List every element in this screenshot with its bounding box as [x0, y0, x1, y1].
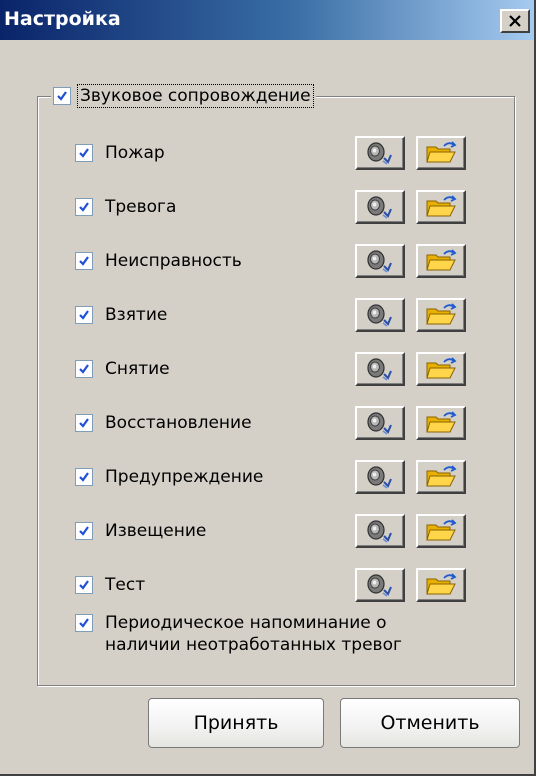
event-checkbox[interactable]	[75, 414, 93, 432]
close-icon	[509, 15, 521, 27]
event-label: Тест	[105, 575, 146, 595]
title-bar[interactable]: Настройка	[0, 0, 534, 40]
speaker-play-icon	[367, 196, 392, 219]
event-label: Пожар	[105, 143, 165, 163]
open-sound-file-button[interactable]	[416, 190, 466, 224]
open-sound-file-button[interactable]	[416, 298, 466, 332]
open-folder-icon	[426, 411, 457, 433]
play-sound-button[interactable]	[355, 244, 405, 278]
event-label: Неисправность	[105, 251, 242, 271]
speaker-play-icon	[367, 358, 392, 381]
play-sound-button[interactable]	[355, 460, 405, 494]
event-label: Взятие	[105, 305, 168, 325]
open-folder-icon	[426, 519, 457, 541]
play-sound-button[interactable]	[355, 406, 405, 440]
event-checkbox[interactable]	[75, 576, 93, 594]
periodic-reminder-line2: наличии неотработанных тревог	[105, 635, 402, 655]
open-sound-file-button[interactable]	[416, 406, 466, 440]
event-label: Тревога	[105, 197, 177, 217]
event-checkbox[interactable]	[75, 468, 93, 486]
event-checkbox[interactable]	[75, 522, 93, 540]
open-sound-file-button[interactable]	[416, 460, 466, 494]
cancel-button[interactable]: Отменить	[340, 698, 520, 748]
speaker-play-icon	[367, 574, 392, 597]
settings-dialog: Настройка Звуковое сопровождение Пожар Тр…	[0, 0, 536, 776]
event-row: Восстановление	[75, 403, 252, 443]
checkmark-icon	[57, 91, 67, 101]
event-label: Восстановление	[105, 413, 252, 433]
play-sound-button[interactable]	[355, 190, 405, 224]
event-row: Тревога	[75, 187, 176, 227]
checkmark-icon	[79, 202, 89, 212]
checkmark-icon	[79, 418, 89, 428]
sound-group-label: Звуковое сопровождение	[77, 84, 314, 108]
checkmark-icon	[79, 618, 89, 628]
open-sound-file-button[interactable]	[416, 514, 466, 548]
event-row: Снятие	[75, 349, 170, 389]
checkmark-icon	[79, 310, 89, 320]
checkmark-icon	[79, 472, 89, 482]
sound-enabled-checkbox[interactable]	[53, 87, 71, 105]
open-sound-file-button[interactable]	[416, 136, 466, 170]
event-row: Тест	[75, 565, 145, 605]
event-row: Взятие	[75, 295, 167, 335]
open-folder-icon	[426, 573, 457, 595]
play-sound-button[interactable]	[355, 568, 405, 602]
open-folder-icon	[426, 303, 457, 325]
event-row: Неисправность	[75, 241, 242, 281]
checkmark-icon	[79, 526, 89, 536]
event-checkbox[interactable]	[75, 198, 93, 216]
event-label: Снятие	[105, 359, 170, 379]
speaker-play-icon	[367, 304, 392, 327]
event-row: Предупреждение	[75, 457, 263, 497]
close-button[interactable]	[500, 9, 530, 33]
speaker-play-icon	[367, 466, 392, 489]
speaker-play-icon	[367, 520, 392, 543]
periodic-reminder-checkbox[interactable]	[75, 614, 93, 632]
open-sound-file-button[interactable]	[416, 244, 466, 278]
event-checkbox[interactable]	[75, 252, 93, 270]
open-folder-icon	[426, 141, 457, 163]
speaker-play-icon	[367, 250, 392, 273]
play-sound-button[interactable]	[355, 298, 405, 332]
accept-button[interactable]: Принять	[148, 698, 324, 748]
open-folder-icon	[426, 357, 457, 379]
periodic-reminder-line1: Периодическое напоминание о	[105, 613, 387, 633]
play-sound-button[interactable]	[355, 352, 405, 386]
speaker-play-icon	[367, 412, 392, 435]
window-title: Настройка	[4, 8, 121, 30]
open-folder-icon	[426, 249, 457, 271]
event-row: Пожар	[75, 133, 165, 173]
open-folder-icon	[426, 465, 457, 487]
checkmark-icon	[79, 580, 89, 590]
checkmark-icon	[79, 364, 89, 374]
open-folder-icon	[426, 195, 457, 217]
event-checkbox[interactable]	[75, 144, 93, 162]
open-sound-file-button[interactable]	[416, 352, 466, 386]
event-label: Предупреждение	[105, 467, 264, 487]
event-checkbox[interactable]	[75, 306, 93, 324]
speaker-play-icon	[367, 142, 392, 165]
checkmark-icon	[79, 256, 89, 266]
play-sound-button[interactable]	[355, 514, 405, 548]
event-label: Извещение	[105, 521, 207, 541]
periodic-reminder-label: Периодическое напоминание о наличии неот…	[105, 612, 402, 656]
event-row: Извещение	[75, 511, 206, 551]
play-sound-button[interactable]	[355, 136, 405, 170]
sound-group-header: Звуковое сопровождение	[51, 82, 316, 110]
periodic-reminder-option: Периодическое напоминание о наличии неот…	[75, 612, 402, 656]
checkmark-icon	[79, 148, 89, 158]
open-sound-file-button[interactable]	[416, 568, 466, 602]
event-checkbox[interactable]	[75, 360, 93, 378]
